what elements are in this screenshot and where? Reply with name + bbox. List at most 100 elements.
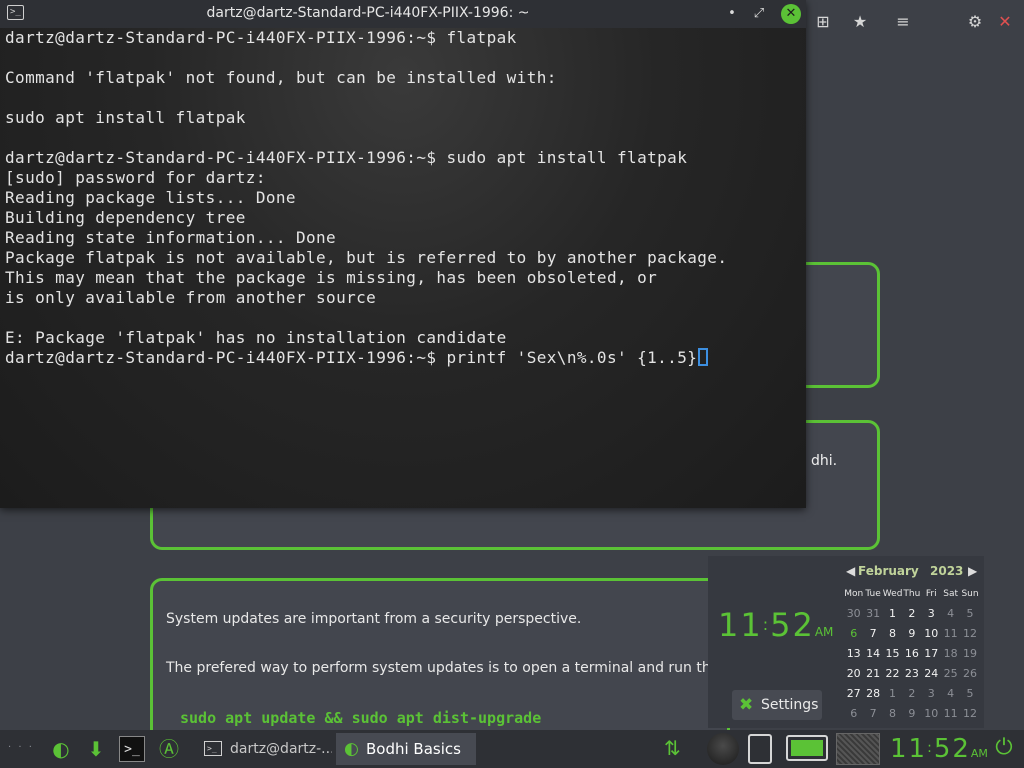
card-paragraph: System updates are important from a secu… <box>166 611 582 627</box>
task-bodhi-basics[interactable]: ◐ Bodhi Basics <box>336 733 476 765</box>
window-title: dartz@dartz-Standard-PC-i440FX-PIIX-1996… <box>206 5 530 21</box>
maximize-button[interactable]: ⤢ <box>749 4 769 24</box>
calendar-day[interactable]: 17 <box>922 644 941 664</box>
calendar-day[interactable]: 7 <box>863 624 882 644</box>
calendar-day[interactable]: 21 <box>863 664 882 684</box>
next-month-icon[interactable]: ▶ <box>968 564 977 578</box>
terminal-window[interactable]: >_ dartz@dartz-Standard-PC-i440FX-PIIX-1… <box>0 0 806 508</box>
calendar-day[interactable]: 2 <box>902 684 921 704</box>
calendar-day[interactable]: 11 <box>941 624 960 644</box>
prev-month-icon[interactable]: ◀ <box>846 564 855 578</box>
calendar-day[interactable]: 1 <box>883 684 902 704</box>
clipboard-icon[interactable] <box>748 734 772 764</box>
calendar-day[interactable]: 4 <box>941 604 960 624</box>
minimize-button[interactable]: • <box>722 4 742 24</box>
calendar-day[interactable]: 12 <box>960 704 979 724</box>
calendar-day[interactable]: 9 <box>902 624 921 644</box>
menu-icon[interactable]: ≡ <box>893 12 913 32</box>
calendar-day[interactable]: 2 <box>902 604 921 624</box>
calendar-day[interactable]: 19 <box>960 644 979 664</box>
app-store-icon[interactable]: Ⓐ <box>156 736 182 762</box>
calendar-weekday: Fri <box>925 589 937 599</box>
calendar-day[interactable]: 5 <box>960 604 979 624</box>
calendar-day[interactable]: 10 <box>922 624 941 644</box>
calendar-day[interactable]: 31 <box>863 604 882 624</box>
task-label: dartz@dartz-... <box>230 741 332 757</box>
bodhi-basics-toolbar: ⊞ ★ ≡ ⚙ ✕ <box>805 0 1024 44</box>
download-icon[interactable]: ⬇ <box>83 736 109 762</box>
close-button[interactable]: ✕ <box>781 4 801 24</box>
calendar-day[interactable]: 18 <box>941 644 960 664</box>
calendar-day[interactable]: 15 <box>883 644 902 664</box>
calendar-day[interactable]: 1 <box>883 604 902 624</box>
calendar-day[interactable]: 13 <box>844 644 863 664</box>
calendar-day[interactable]: 8 <box>883 624 902 644</box>
bookmark-icon[interactable]: ★ <box>850 12 870 32</box>
task-terminal[interactable]: >_ dartz@dartz-... <box>198 734 332 764</box>
tools-icon: ✖ <box>739 695 754 715</box>
calendar-day[interactable]: 7 <box>863 704 882 724</box>
calendar-day[interactable]: 30 <box>844 604 863 624</box>
terminal-icon[interactable]: >_ <box>119 736 145 762</box>
terminal-line: Reading package lists... Done <box>5 188 296 207</box>
window-titlebar[interactable]: >_ dartz@dartz-Standard-PC-i440FX-PIIX-1… <box>0 0 806 28</box>
calendar-day[interactable]: 25 <box>941 664 960 684</box>
calendar-day[interactable]: 24 <box>922 664 941 684</box>
calendar-weekday: Tue <box>865 589 881 599</box>
close-icon[interactable]: ✕ <box>995 12 1015 32</box>
add-icon[interactable]: ⊞ <box>813 12 833 32</box>
calendar-day[interactable]: 5 <box>960 684 979 704</box>
popup-clock: 11:52AM <box>718 606 834 644</box>
calendar-day[interactable]: 6 <box>844 704 863 724</box>
settings-button[interactable]: ✖ Settings <box>732 690 822 720</box>
prompt-command-text: dartz@dartz-Standard-PC-i440FX-PIIX-1996… <box>5 348 698 367</box>
calendar-day[interactable]: 9 <box>902 704 921 724</box>
calendar-weekday: Sun <box>961 589 979 599</box>
taskbar-handle: · · · <box>8 742 34 753</box>
network-arrows-icon[interactable]: ⇅ <box>664 736 681 760</box>
power-icon[interactable]: ⏻ <box>990 734 1018 762</box>
calendar-day[interactable]: 4 <box>941 684 960 704</box>
terminal-line: is only available from another source <box>5 288 377 307</box>
calendar-weekday: Sat <box>943 589 959 599</box>
terminal-line: Reading state information... Done <box>5 228 337 247</box>
calendar-day[interactable]: 27 <box>844 684 863 704</box>
tray-clock[interactable]: 11:52AM <box>890 734 988 764</box>
terminal-output[interactable]: dartz@dartz-Standard-PC-i440FX-PIIX-1996… <box>0 28 806 508</box>
terminal-line: Package flatpak is not available, but is… <box>5 248 728 267</box>
pager-icon[interactable] <box>836 733 880 765</box>
calendar-day[interactable]: 3 <box>922 684 941 704</box>
calendar-day[interactable]: 12 <box>960 624 979 644</box>
calendar-day[interactable]: 8 <box>883 704 902 724</box>
terminal-line: Command 'flatpak' not found, but can be … <box>5 68 557 87</box>
calendar-weekday: Thu <box>903 589 921 599</box>
bodhi-icon: ◐ <box>344 739 359 759</box>
avatar[interactable] <box>707 733 739 765</box>
calendar-day[interactable]: 3 <box>922 604 941 624</box>
terminal-line: Building dependency tree <box>5 208 246 227</box>
calendar-day[interactable]: 26 <box>960 664 979 684</box>
update-command[interactable]: sudo apt update && sudo apt dist-upgrade <box>180 709 541 727</box>
calendar-day[interactable]: 6 <box>844 624 863 644</box>
calendar-day[interactable]: 23 <box>902 664 921 684</box>
task-label: Bodhi Basics <box>366 740 461 758</box>
card-text: dhi. <box>811 453 838 469</box>
clock-ampm: AM <box>814 625 834 639</box>
calendar-day[interactable]: 11 <box>941 704 960 724</box>
bodhi-icon[interactable]: ◐ <box>48 736 74 762</box>
gear-icon[interactable]: ⚙ <box>965 12 985 32</box>
settings-label: Settings <box>761 697 819 713</box>
calendar-day[interactable]: 14 <box>863 644 882 664</box>
calendar-day[interactable]: 16 <box>902 644 921 664</box>
terminal-line: dartz@dartz-Standard-PC-i440FX-PIIX-1996… <box>5 148 688 167</box>
calendar-day[interactable]: 20 <box>844 664 863 684</box>
terminal-line: E: Package 'flatpak' has no installation… <box>5 328 507 347</box>
calendar-day[interactable]: 28 <box>863 684 882 704</box>
battery-icon[interactable] <box>786 735 828 761</box>
calendar-day[interactable]: 10 <box>922 704 941 724</box>
calendar-day[interactable]: 22 <box>883 664 902 684</box>
calendar-weekday: Wed <box>882 589 903 599</box>
clock-minutes: 52 <box>770 606 815 644</box>
terminal-prompt[interactable]: dartz@dartz-Standard-PC-i440FX-PIIX-1996… <box>5 348 709 368</box>
terminal-line: dartz@dartz-Standard-PC-i440FX-PIIX-1996… <box>5 28 517 47</box>
